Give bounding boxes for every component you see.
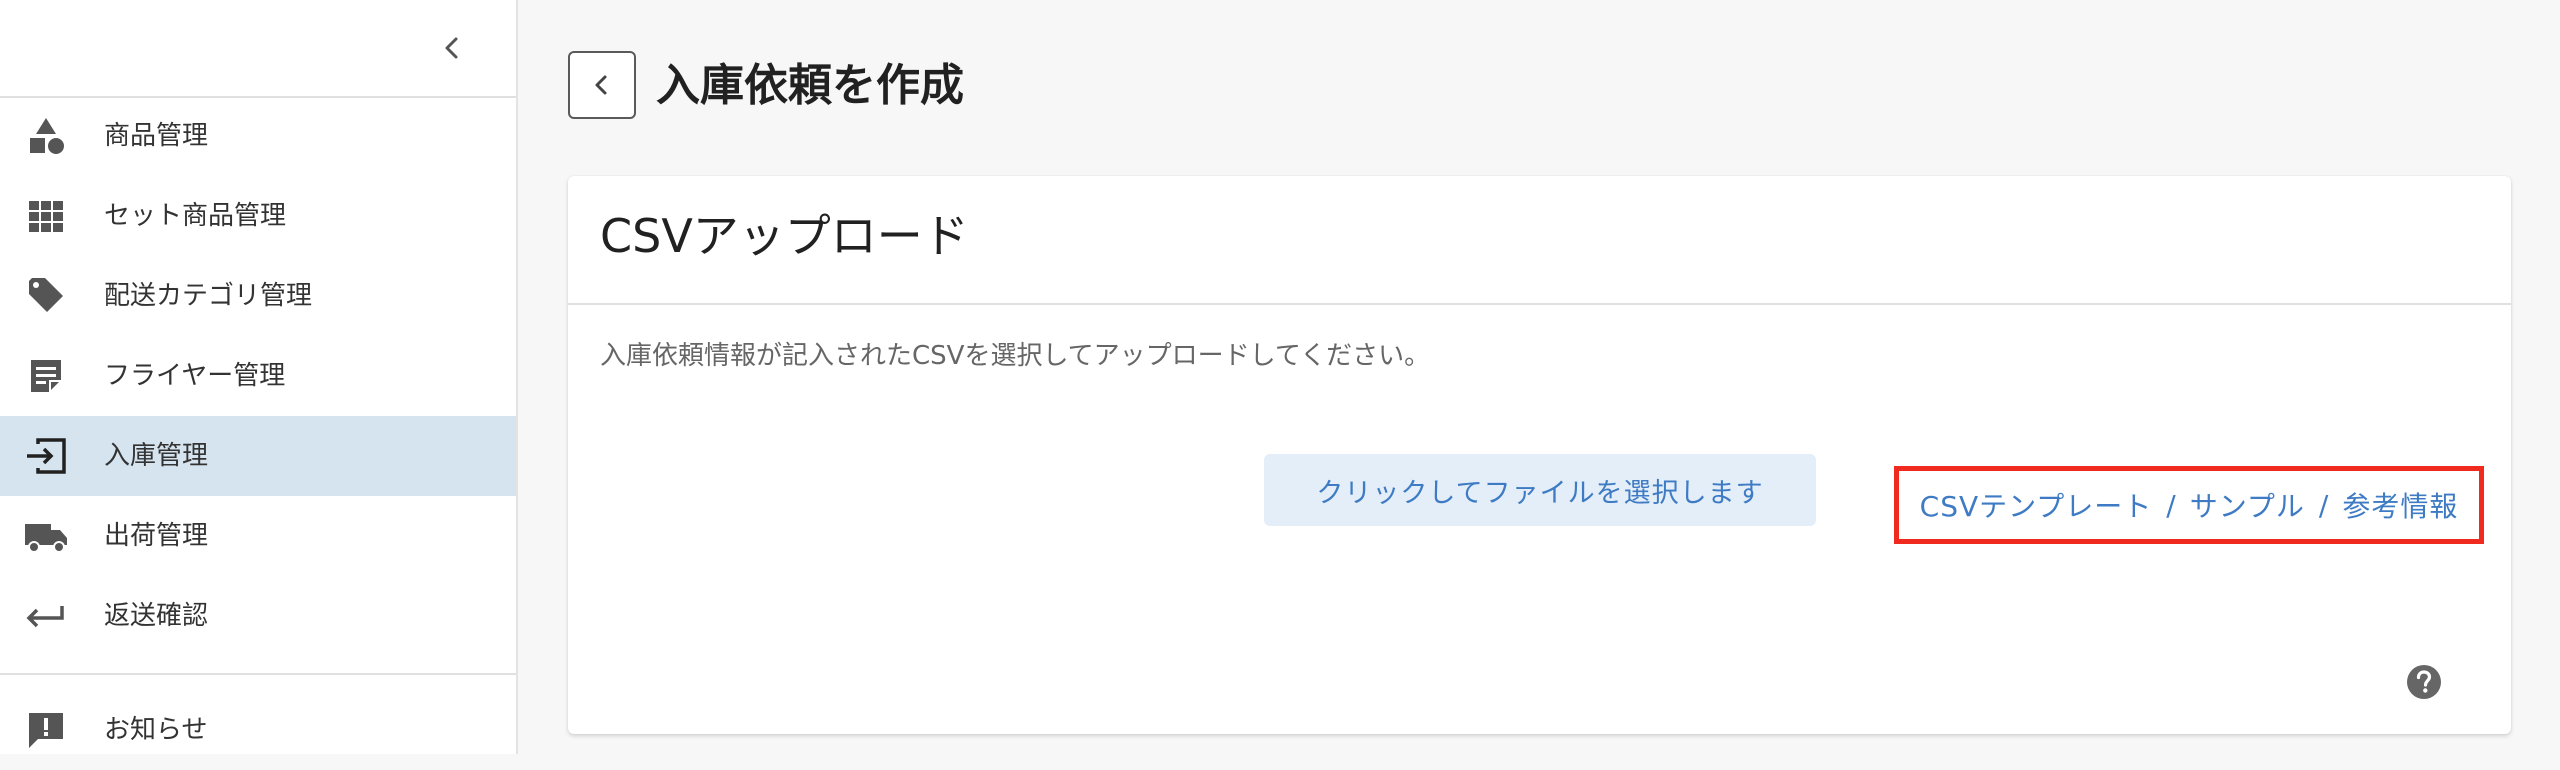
page-title: 入庫依頼を作成: [656, 60, 964, 111]
csv-links-highlight: CSVテンプレート / サンプル / 参考情報: [1894, 466, 2484, 544]
csv-upload-card: CSVアップロード 入庫依頼情報が記入されたCSVを選択してアップロードしてくだ…: [568, 176, 2511, 734]
sidebar-item-label: 出荷管理: [104, 521, 209, 551]
card-title: CSVアップロード: [600, 209, 969, 263]
grid-icon: [24, 196, 68, 236]
truck-icon: [24, 516, 68, 556]
card-description: 入庫依頼情報が記入されたCSVを選択してアップロードしてください。: [600, 341, 1431, 371]
sidebar-item-label: 入庫管理: [104, 441, 209, 471]
chevron-left-icon: [595, 75, 607, 95]
tag-icon: [24, 276, 68, 316]
sidebar-item-set-products[interactable]: セット商品管理: [0, 176, 516, 256]
sample-link[interactable]: サンプル: [2190, 485, 2305, 525]
sidebar-item-announcements[interactable]: お知らせ: [0, 690, 516, 770]
inbound-icon: [24, 436, 68, 476]
sidebar-divider: [0, 673, 516, 675]
return-icon: [24, 596, 68, 636]
sidebar-item-shipping[interactable]: 出荷管理: [0, 496, 516, 576]
csv-template-link[interactable]: CSVテンプレート: [1920, 485, 2153, 525]
sidebar-item-label: 配送カテゴリ管理: [104, 281, 313, 311]
sidebar-item-label: セット商品管理: [104, 201, 287, 231]
sidebar-item-flyers[interactable]: フライヤー管理: [0, 336, 516, 416]
back-button[interactable]: [568, 51, 636, 119]
announcement-icon: [24, 710, 68, 750]
sidebar-item-label: 返送確認: [104, 601, 209, 631]
link-separator: /: [2318, 488, 2329, 522]
select-file-button[interactable]: クリックしてファイルを選択します: [1264, 454, 1816, 526]
help-icon[interactable]: [2406, 664, 2442, 700]
sidebar-item-label: 商品管理: [104, 121, 209, 151]
card-divider: [568, 303, 2511, 305]
sidebar: 商品管理 セット商品管理 配送カテゴリ管理 フライヤー管理 入庫管理 出荷管理 …: [0, 0, 518, 754]
chevron-left-icon: [445, 37, 458, 59]
sidebar-item-label: お知らせ: [104, 715, 208, 745]
shapes-icon: [24, 116, 68, 156]
collapse-sidebar-button[interactable]: [436, 28, 468, 68]
note-icon: [24, 356, 68, 396]
reference-link[interactable]: 参考情報: [2342, 485, 2458, 525]
sidebar-item-returns[interactable]: 返送確認: [0, 576, 516, 656]
sidebar-item-delivery-category[interactable]: 配送カテゴリ管理: [0, 256, 516, 336]
sidebar-item-label: フライヤー管理: [104, 361, 286, 391]
link-separator: /: [2166, 488, 2176, 522]
sidebar-item-inbound[interactable]: 入庫管理: [0, 416, 516, 496]
sidebar-item-products[interactable]: 商品管理: [0, 96, 516, 176]
